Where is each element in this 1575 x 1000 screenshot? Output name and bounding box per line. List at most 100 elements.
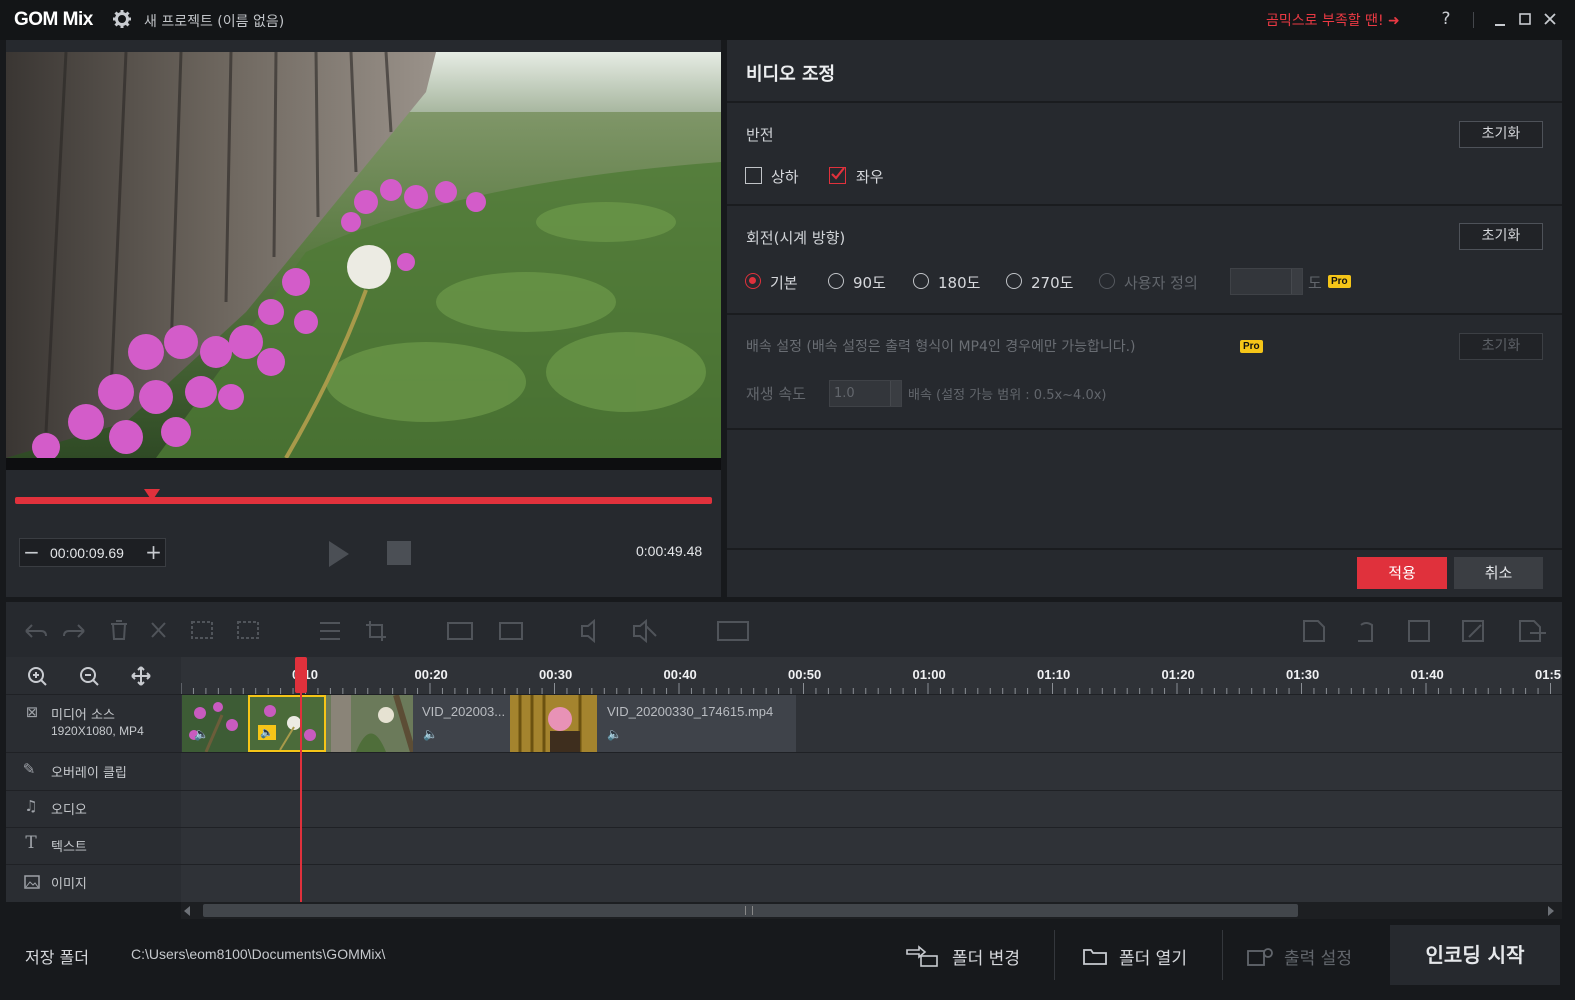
rotate-custom-label: 사용자 정의 (1124, 274, 1198, 292)
media-clip[interactable]: VID_202003... 🔈 (413, 695, 510, 752)
flip-vertical-label: 상하 (771, 168, 799, 186)
new-project-icon (1303, 620, 1325, 642)
speed-rate-label: 재생 속도 (746, 385, 806, 403)
ruler-tick-label: 00:40 (663, 667, 697, 682)
rotate-option-180[interactable]: 180도 (913, 272, 993, 292)
ruler-tick-label: 01:20 (1161, 667, 1195, 682)
degree-spinner-arrows (1291, 269, 1302, 294)
track-label: 오디오 (51, 803, 87, 818)
ruler-tick-label: 01:00 (912, 667, 946, 682)
settings-gear-icon[interactable] (112, 9, 132, 29)
track-label: 오버레이 클립 (51, 766, 127, 781)
divider (727, 428, 1562, 430)
output-settings-label: 출력 설정 (1284, 949, 1352, 969)
redo-icon (63, 624, 85, 638)
track-header-overlay[interactable]: ✎ 오버레이 클립 (6, 753, 181, 790)
overlay-icon: ✎ (22, 760, 36, 778)
stop-button[interactable] (387, 541, 411, 565)
output-settings-button: 출력 설정 (1246, 940, 1376, 972)
save-icon (1408, 620, 1430, 642)
track-divider (6, 752, 1562, 753)
speed-rate-input: 1.0 (829, 380, 902, 407)
arrow-right-icon: ➜ (1388, 13, 1400, 29)
media-clip[interactable]: 🔈 (182, 695, 248, 752)
rotate-270-label: 270도 (1031, 274, 1074, 292)
panel-title: 비디오 조정 (746, 64, 836, 85)
open-folder-label: 폴더 열기 (1119, 949, 1187, 969)
zoom-out-icon[interactable] (78, 665, 100, 687)
scroll-right-arrow[interactable] (1548, 906, 1554, 916)
speed-heading: 배속 설정 (배속 설정은 출력 형식이 MP4인 경우에만 가능합니다.) (746, 339, 1136, 355)
track-header-audio[interactable]: ♫ 오디오 (6, 791, 181, 827)
play-button[interactable] (329, 541, 349, 567)
rotate-reset-button[interactable]: 초기화 (1459, 223, 1543, 250)
rotate-heading: 회전(시계 방향) (746, 229, 846, 247)
speed-range-label: 배속 (설정 가능 범위 : 0.5x~4.0x) (908, 388, 1107, 403)
flip-horizontal-option[interactable]: 좌우 (829, 166, 899, 186)
text-icon: T (25, 833, 37, 853)
footer-divider (1222, 930, 1223, 980)
divider (727, 313, 1562, 315)
track-header-image[interactable]: 이미지 (6, 865, 181, 901)
rotate-default-radio[interactable] (745, 273, 761, 289)
edit-toolbar-icons (6, 602, 1562, 657)
track-divider (6, 864, 1562, 865)
playhead-handle[interactable] (295, 657, 307, 693)
apply-button[interactable]: 적용 (1357, 557, 1447, 589)
flip-reset-button[interactable]: 초기화 (1459, 121, 1543, 148)
rotate-custom-radio (1099, 273, 1115, 289)
video-adjust-panel (727, 40, 1562, 597)
rotate-90-radio[interactable] (828, 273, 844, 289)
promo-link[interactable]: 곰믹스로 부족할 땐! ➜ (1266, 10, 1400, 30)
seek-thumb[interactable] (143, 489, 160, 501)
track-header-media[interactable]: ⊠ 미디어 소스 1920X1080, MP4 (6, 695, 181, 752)
rotate-unit-label: 도 (1308, 274, 1322, 292)
start-encoding-button[interactable]: 인코딩 시작 (1390, 925, 1560, 985)
media-clip[interactable] (326, 695, 413, 752)
rotate-option-custom: 사용자 정의 (1099, 272, 1219, 292)
help-button[interactable]: ? (1436, 9, 1456, 29)
scroll-left-arrow[interactable] (184, 906, 190, 916)
folder-icon (1082, 946, 1108, 966)
cancel-button[interactable]: 취소 (1454, 557, 1543, 589)
preview-scrub-strip (6, 458, 721, 470)
time-increment-button[interactable]: + (142, 539, 165, 566)
media-clip[interactable] (510, 695, 597, 752)
promo-text: 곰믹스로 부족할 땐! (1266, 13, 1384, 29)
rotate-option-default[interactable]: 기본 (745, 272, 815, 292)
media-clip[interactable]: VID_20200330_174615.mp4 🔈 (597, 695, 796, 752)
rotate-option-270[interactable]: 270도 (1006, 272, 1086, 292)
fit-timeline-icon[interactable] (130, 665, 152, 687)
flip-horizontal-checkbox[interactable] (829, 167, 846, 184)
ruler-tick-label: 00:20 (414, 667, 448, 682)
rotate-pro-badge: Pro (1328, 275, 1351, 288)
rotate-option-90[interactable]: 90도 (828, 272, 898, 292)
time-spinner[interactable]: − 00:00:09.69 + (19, 538, 166, 567)
change-folder-label: 폴더 변경 (952, 949, 1020, 969)
minimize-button[interactable] (1490, 10, 1510, 30)
speed-spinner-arrows (890, 381, 901, 406)
speed-reset-button: 초기화 (1459, 333, 1543, 360)
save-folder-label: 저장 폴더 (25, 948, 89, 967)
track-divider (6, 790, 1562, 791)
rotate-180-label: 180도 (938, 274, 981, 292)
maximize-button[interactable] (1515, 10, 1535, 30)
zoom-in-icon[interactable] (26, 665, 48, 687)
change-folder-button[interactable]: 폴더 변경 (905, 940, 1040, 972)
time-decrement-button[interactable]: − (20, 539, 43, 566)
track-header-text[interactable]: T 텍스트 (6, 828, 181, 864)
divider (727, 204, 1562, 206)
rotate-270-radio[interactable] (1006, 273, 1022, 289)
close-button[interactable] (1540, 10, 1560, 30)
open-recent-icon (1358, 622, 1373, 642)
total-duration: 0:00:49.48 (636, 543, 703, 559)
flip-vertical-option[interactable]: 상하 (745, 166, 815, 186)
crop-icon (366, 621, 386, 641)
media-clip-selected[interactable]: 🔈 (248, 695, 326, 752)
open-folder-button[interactable]: 폴더 열기 (1082, 940, 1207, 972)
flip-heading: 반전 (746, 126, 774, 144)
playhead-line[interactable] (300, 657, 302, 903)
flip-vertical-checkbox[interactable] (745, 167, 762, 184)
seek-bar[interactable] (15, 497, 712, 504)
rotate-180-radio[interactable] (913, 273, 929, 289)
